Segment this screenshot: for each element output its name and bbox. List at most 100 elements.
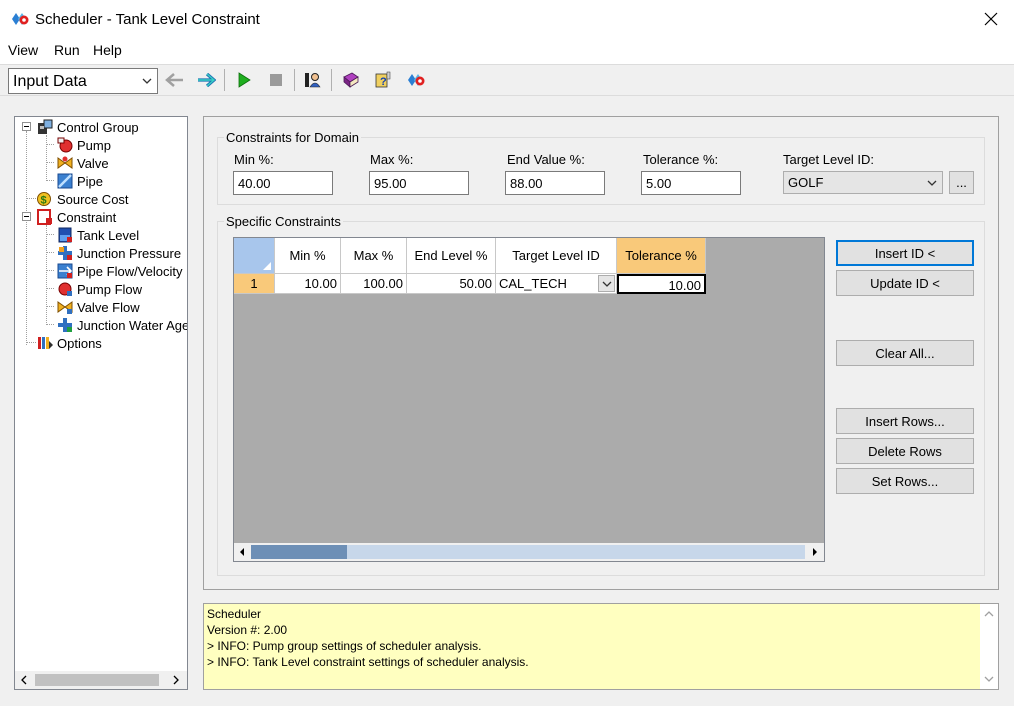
chevron-down-icon (142, 78, 152, 84)
domain-constraints-title: Constraints for Domain (224, 130, 361, 145)
tree-connector (46, 288, 54, 289)
scroll-up-icon[interactable] (984, 609, 994, 619)
update-id-button[interactable]: Update ID < (836, 270, 974, 296)
grid-cell-tolerance[interactable]: 10.00 (617, 274, 706, 294)
grid-cell-min[interactable]: 10.00 (275, 274, 341, 294)
toolbar-separator (331, 69, 332, 91)
domain-tolerance-input[interactable] (641, 171, 741, 195)
mode-select[interactable]: Input Data (8, 68, 158, 94)
options-icon (38, 337, 53, 349)
scroll-left-icon[interactable] (19, 675, 29, 685)
back-button[interactable] (163, 69, 187, 91)
scroll-left-icon[interactable] (237, 547, 247, 557)
pump-flow-icon (58, 282, 72, 296)
run-button[interactable] (232, 69, 256, 91)
navigation-tree: Control Group Pump Valve Pipe $ Source C… (14, 116, 188, 690)
scheduler-button[interactable] (404, 69, 428, 91)
tree-item-constraint[interactable]: Constraint (37, 208, 116, 226)
delete-rows-button[interactable]: Delete Rows (836, 438, 974, 464)
grid-header-target-level-id[interactable]: Target Level ID (496, 238, 617, 274)
pipe-flow-icon (57, 263, 73, 279)
grid-cell-target-level-value: CAL_TECH (499, 276, 567, 291)
chevron-down-icon (602, 281, 612, 287)
tree-item-junction-water-age[interactable]: Junction Water Age (57, 316, 187, 334)
target-level-select[interactable]: GOLF (783, 171, 943, 194)
source-cost-icon: $ (37, 192, 51, 207)
insert-id-button[interactable]: Insert ID < (836, 240, 974, 266)
tree-item-label: Valve Flow (77, 299, 140, 315)
grid-header-min[interactable]: Min % (275, 238, 341, 274)
target-level-value: GOLF (788, 175, 824, 190)
grid-cell-end-level[interactable]: 50.00 (407, 274, 496, 294)
book-icon (343, 72, 359, 88)
tree-item-label: Constraint (57, 209, 117, 225)
tree-connector (46, 162, 54, 163)
menu-bar: View Run Help (0, 38, 1014, 64)
tree-connector (26, 342, 36, 343)
constraints-grid[interactable]: Min % Max % End Level % Target Level ID … (233, 237, 825, 562)
set-rows-button[interactable]: Set Rows... (836, 468, 974, 494)
tree-item-pump-flow[interactable]: Pump Flow (57, 280, 142, 298)
tree-item-junction-pressure[interactable]: Junction Pressure (57, 244, 181, 262)
help-button[interactable]: ? (371, 69, 395, 91)
domain-end-value-input[interactable] (505, 171, 605, 195)
tree-item-label: Junction Pressure (77, 245, 182, 261)
grid-cell-max[interactable]: 100.00 (341, 274, 407, 294)
grid-corner-header[interactable] (234, 238, 275, 274)
chevron-down-icon (927, 180, 937, 186)
tree-item-label: Control Group (57, 119, 139, 135)
info-log-panel[interactable]: Scheduler Version #: 2.00 > INFO: Pump g… (203, 603, 999, 690)
tree-item-pipe-flow-velocity[interactable]: Pipe Flow/Velocity (57, 262, 183, 280)
tree-item-valve-flow[interactable]: Valve Flow (57, 298, 140, 316)
tree-connector (46, 324, 54, 325)
grid-header-end-level[interactable]: End Level % (407, 238, 496, 274)
mode-select-value: Input Data (13, 73, 87, 90)
browse-button[interactable]: ... (949, 171, 974, 194)
tree-collapse-toggle[interactable] (22, 122, 31, 131)
tree-horizontal-scrollbar[interactable] (15, 671, 187, 689)
clear-all-button[interactable]: Clear All... (836, 340, 974, 366)
domain-max-input[interactable] (369, 171, 469, 195)
grid-cell-target-level[interactable]: CAL_TECH (496, 274, 617, 294)
domain-end-value-label: End Value %: (507, 152, 585, 167)
scheduler-app-icon (10, 10, 30, 28)
scheduler-icon (408, 74, 425, 86)
close-icon (984, 12, 998, 26)
grid-header-max[interactable]: Max % (341, 238, 407, 274)
tree-item-options[interactable]: Options (37, 334, 102, 352)
book-button[interactable] (339, 69, 363, 91)
svg-text:$: $ (41, 195, 47, 207)
info-line: > INFO: Tank Level constraint settings o… (207, 655, 529, 669)
info-vertical-scrollbar[interactable] (980, 604, 998, 689)
tree-item-pump[interactable]: Pump (57, 136, 111, 154)
tree-scroll-thumb[interactable] (35, 674, 159, 686)
forward-button[interactable] (194, 69, 218, 91)
tree-item-tank-level[interactable]: Tank Level (57, 226, 139, 244)
grid-header-tolerance[interactable]: Tolerance % (617, 238, 706, 274)
scroll-down-icon[interactable] (984, 674, 994, 684)
tree-item-valve[interactable]: Valve (57, 154, 109, 172)
scroll-right-icon[interactable] (810, 547, 820, 557)
junction-pressure-icon (58, 246, 72, 260)
menu-help[interactable]: Help (93, 42, 122, 58)
scroll-right-icon[interactable] (171, 675, 181, 685)
menu-run[interactable]: Run (54, 42, 80, 58)
stop-icon (270, 74, 282, 86)
grid-row-number[interactable]: 1 (234, 274, 275, 294)
tree-item-source-cost[interactable]: $ Source Cost (37, 190, 129, 208)
grid-horizontal-scrollbar[interactable] (234, 543, 824, 561)
domain-min-input[interactable] (233, 171, 333, 195)
grid-scroll-track[interactable] (347, 545, 805, 559)
tree-item-control-group[interactable]: Control Group (37, 118, 139, 136)
menu-view[interactable]: View (8, 42, 38, 58)
grid-cell-dropdown-button[interactable] (598, 275, 615, 292)
tree-collapse-toggle[interactable] (22, 212, 31, 221)
select-all-icon (263, 262, 271, 270)
insert-rows-button[interactable]: Insert Rows... (836, 408, 974, 434)
grid-scroll-thumb[interactable] (251, 545, 347, 559)
tree-item-label: Valve (77, 155, 109, 171)
close-button[interactable] (968, 0, 1014, 38)
stop-button[interactable] (264, 69, 288, 91)
tree-item-pipe[interactable]: Pipe (57, 172, 103, 190)
user-settings-button[interactable] (301, 69, 325, 91)
